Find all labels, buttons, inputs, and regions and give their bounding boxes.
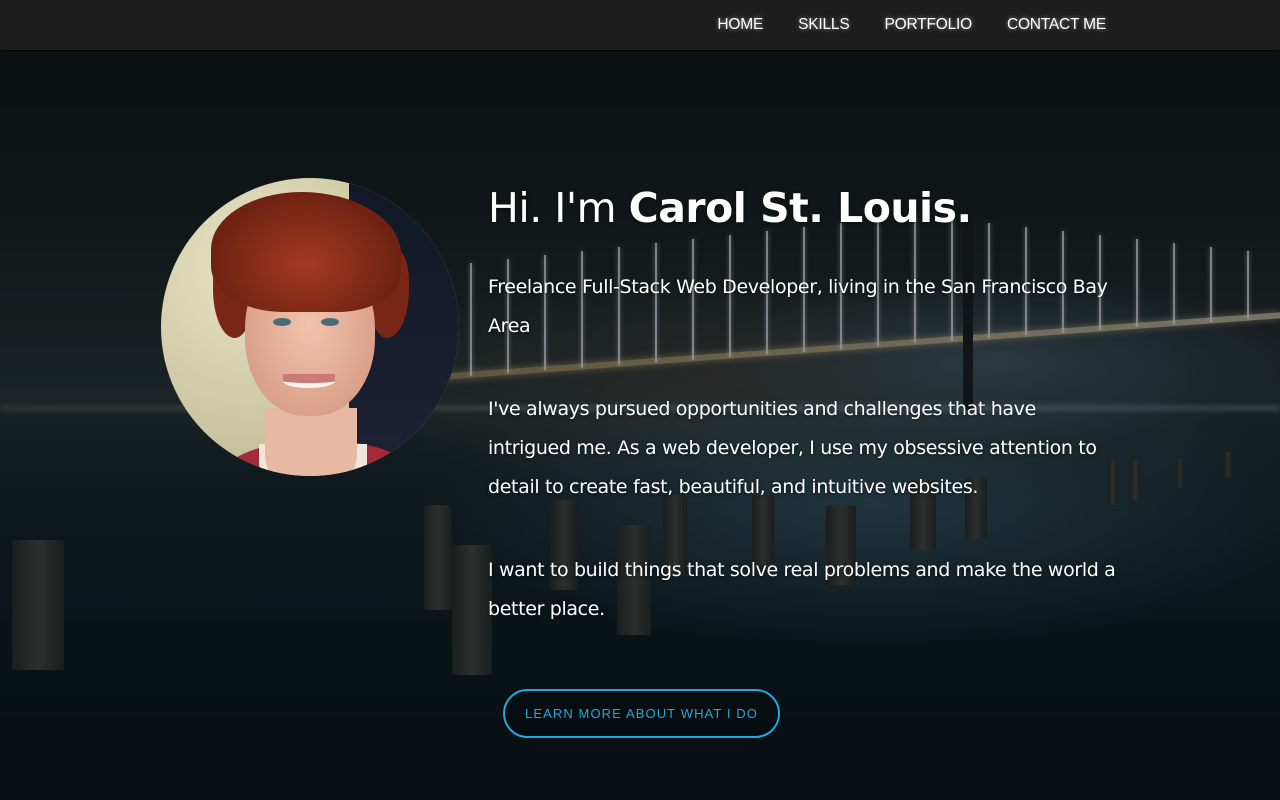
hero-heading: Hi. I'm Carol St. Louis. bbox=[488, 182, 1128, 234]
bio-paragraph: I've always pursued opportunities and ch… bbox=[488, 398, 1097, 498]
top-navbar: HOME SKILLS PORTFOLIO CONTACT ME bbox=[0, 0, 1280, 50]
developer-name: Carol St. Louis. bbox=[628, 184, 972, 232]
learn-more-button[interactable]: LEARN MORE ABOUT WHAT I DO bbox=[503, 689, 780, 738]
nav-home-link[interactable]: HOME bbox=[717, 16, 763, 33]
nav-contact-link[interactable]: CONTACT ME bbox=[1007, 16, 1106, 33]
tagline: Freelance Full-Stack Web Developer, livi… bbox=[488, 276, 1108, 337]
hero-intro: Hi. I'm Carol St. Louis. Freelance Full-… bbox=[488, 182, 1128, 629]
mission-paragraph: I want to build things that solve real p… bbox=[488, 559, 1116, 620]
nav-menu: HOME SKILLS PORTFOLIO CONTACT ME bbox=[717, 0, 1106, 50]
nav-skills-link[interactable]: SKILLS bbox=[798, 16, 850, 33]
profile-photo bbox=[161, 178, 459, 476]
greeting-text: Hi. I'm bbox=[488, 184, 629, 232]
nav-portfolio-link[interactable]: PORTFOLIO bbox=[884, 16, 972, 33]
